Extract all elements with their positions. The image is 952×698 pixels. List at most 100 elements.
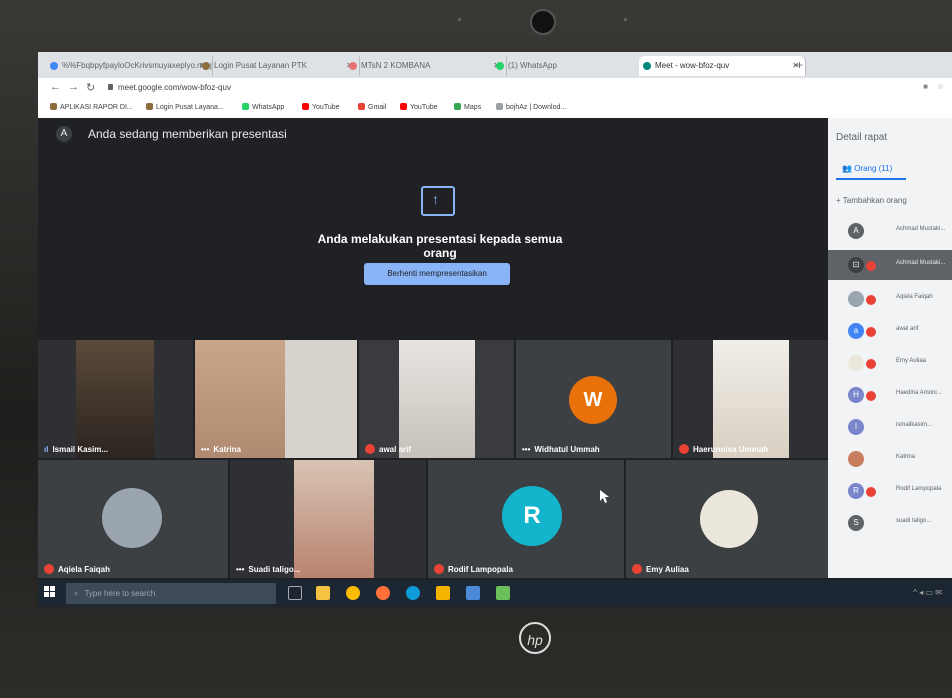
bookmark-label: Login Pusat Layana... [156,104,224,111]
participant-name: Emy Auliaa [896,358,927,364]
browser-tab[interactable]: MTsN 2 KOMBANA✕ [345,56,507,76]
forward-icon[interactable]: → [68,81,79,93]
browser-tab[interactable]: Login Pusat Layanan PTK✕ [198,56,360,76]
store-icon[interactable] [436,586,450,600]
bookmark-item[interactable]: APLIKASI RAPOR DI... [50,103,133,111]
muted-mic-icon [44,564,54,574]
participant-avatar [848,451,864,467]
bookmark-item[interactable]: YouTube [400,103,438,111]
tab-label: Meet - wow-bfoz-quv [655,61,730,70]
participant-name: awal arif [379,445,412,454]
participant-tile[interactable]: ıl Ismail Kasim... [38,340,193,458]
present-screen-icon: ⊡ [848,257,864,273]
system-tray-icon[interactable]: ^ ◂ ▭ ✉ [913,588,942,597]
people-tab[interactable]: 👥 Orang (11) [842,164,892,173]
firefox-icon[interactable] [376,586,390,600]
bookmark-item[interactable]: YouTube [302,103,340,111]
bookmark-item[interactable]: WhatsApp [242,103,284,111]
participant-tile[interactable]: ••• Suadi taligo... [230,460,426,578]
people-tab-label: Orang (11) [854,164,893,173]
participant-video [195,340,285,458]
bookmark-item[interactable]: Gmail [358,103,386,111]
sensor-dot [458,18,461,21]
back-icon[interactable]: ← [50,81,61,93]
participant-row[interactable]: Ssuadi taligo... [828,508,952,538]
muted-mic-icon [632,564,642,574]
tab-label: MTsN 2 KOMBANA [361,61,431,70]
browser-tab[interactable]: %%FbqbpyfpayloOcKrivsmuyaxeplyo.mc.jrm✕ [46,56,213,76]
participant-avatar [700,490,758,548]
participant-tile[interactable]: ••• Katrina [195,340,357,458]
muted-mic-icon [866,391,876,401]
muted-mic-icon [866,261,876,271]
bookmark-label: Maps [464,104,482,111]
bookmark-icon [50,103,57,110]
taskbar-search-input[interactable]: ⌕ Type here to search [66,583,276,604]
add-people-button[interactable]: + Tambahkan orang [836,196,907,205]
bookmark-icon [146,103,153,110]
participant-avatar: A [848,223,864,239]
file-explorer-icon[interactable] [316,586,330,600]
bookmarks-bar: APLIKASI RAPOR DI... Login Pusat Layana.… [38,100,952,119]
bookmark-star-icon[interactable]: ☆ [937,82,944,91]
tab-label: Login Pusat Layanan PTK [214,61,307,70]
new-tab-icon[interactable]: + [796,58,803,72]
laptop-screen: %%FbqbpyfpayloOcKrivsmuyaxeplyo.mc.jrm✕ … [38,52,952,607]
reload-icon[interactable]: ↻ [86,81,95,94]
participant-name: Aqiela Faiqah [896,294,933,300]
more-options-icon[interactable]: ••• [201,445,209,454]
participant-name: Rodif Lampopala [896,486,942,492]
participant-name: Emy Auliaa [646,565,689,574]
search-placeholder: Type here to search [84,589,156,598]
add-people-label: Tambahkan orang [842,196,907,205]
stop-presenting-button[interactable]: Berhenti mempresentasikan [364,263,510,285]
more-options-icon[interactable]: ••• [236,565,244,574]
participant-row[interactable]: Iismailkasim... [828,412,952,442]
participant-tile[interactable]: R Rodif Lampopala [428,460,624,578]
bookmark-item[interactable]: bojhAz | Downlod... [496,103,566,111]
participant-row[interactable]: a awal arif [828,316,952,346]
extension-icon[interactable]: ■ [923,82,928,91]
participant-name: Achmad Mustaki... [896,260,946,266]
app-icon[interactable] [496,586,510,600]
participant-row[interactable]: H Haedina Amoni... [828,380,952,410]
participant-row[interactable]: R Rodif Lampopala [828,476,952,506]
participant-avatar: H [848,387,864,403]
task-view-icon[interactable] [288,586,302,600]
browser-tab-bar: %%FbqbpyfpayloOcKrivsmuyaxeplyo.mc.jrm✕ … [38,52,952,78]
participant-avatar [848,291,864,307]
participant-tile[interactable]: Aqiela Faiqah [38,460,228,578]
participant-name: Widhatul Ummah [534,445,600,454]
participant-row[interactable]: Emy Auliaa [828,348,952,378]
mouse-cursor-icon [600,490,609,503]
participant-tile[interactable]: awal arif [359,340,514,458]
participant-row[interactable]: Aqiela Faiqah [828,284,952,314]
presenting-message: Anda melakukan presentasi kepada semua o… [317,232,563,260]
participant-tile[interactable]: Haerunnisa Ummah [673,340,828,458]
windows-start-icon[interactable] [44,586,56,598]
participant-video [294,460,374,578]
browser-tab-active[interactable]: Meet - wow-bfoz-quv ✕ [639,56,806,76]
maps-icon [454,103,461,110]
participant-video [713,340,789,458]
page-favicon-icon [202,62,210,70]
participant-avatar [102,488,162,548]
bookmark-item[interactable]: Login Pusat Layana... [146,103,224,111]
participant-row[interactable]: Katrina [828,444,952,474]
hp-logo: hp [519,622,551,654]
participant-row[interactable]: A Achmad Mustaki... [828,216,952,246]
url-field[interactable]: meet.google.com/wow-bfoz-quv [118,83,231,92]
edge-icon[interactable] [406,586,420,600]
mail-icon[interactable] [466,586,480,600]
participant-tile[interactable]: Emy Auliaa [626,460,828,578]
bookmark-item[interactable]: Maps [454,103,481,111]
presenter-avatar: A [56,126,72,142]
muted-mic-icon [866,295,876,305]
chrome-icon[interactable] [346,586,360,600]
browser-tab[interactable]: (1) WhatsApp✕ [492,56,654,76]
participant-tile[interactable]: W ••• Widhatul Ummah [516,340,671,458]
participant-avatar: W [569,376,617,424]
participant-name: Ismail Kasim... [52,445,109,454]
more-options-icon[interactable]: ••• [522,445,530,454]
participant-row[interactable]: ⊡ Achmad Mustaki... [828,250,952,280]
